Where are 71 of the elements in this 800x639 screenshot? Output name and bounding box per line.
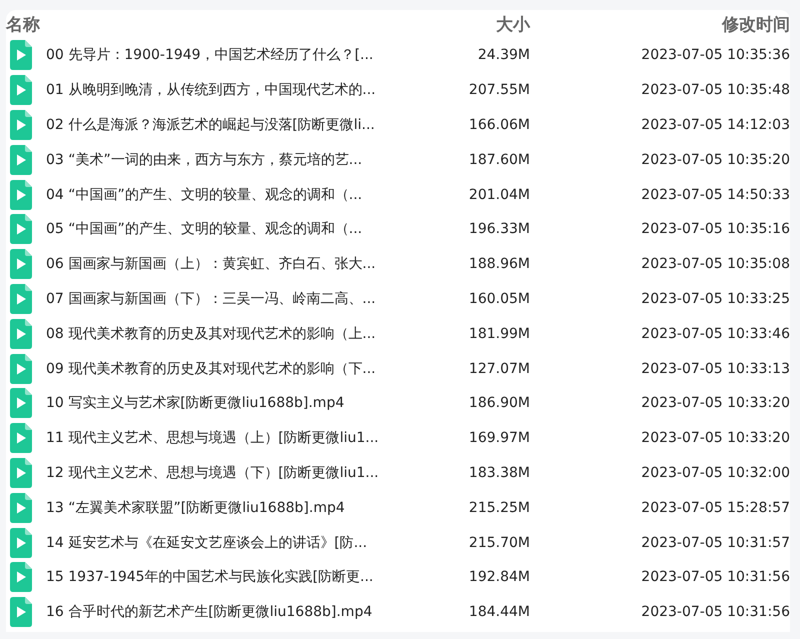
video-file-icon [10, 284, 32, 314]
file-size: 169.97M [468, 430, 530, 446]
file-size: 215.70M [468, 534, 530, 551]
file-name[interactable]: 13 “左翼美术家联盟”[防断更微liu1688b].mp4 [42, 498, 345, 517]
file-name[interactable]: 02 什么是海派？海派艺术的崛起与没落[防断更微li... [42, 116, 375, 134]
file-size: 196.33M [468, 221, 530, 238]
modified-time: 2023-07-05 15:28:57 [641, 500, 790, 516]
file-size: 192.84M [468, 569, 530, 586]
file-size: 215.25M [468, 500, 530, 516]
video-file-icon [10, 75, 32, 106]
video-file-icon [10, 423, 32, 454]
modified-time: 2023-07-05 10:33:20 [641, 430, 790, 446]
file-name[interactable]: 14 延安艺术与《在延安文艺座谈会上的讲话》[防... [42, 534, 368, 552]
modified-time: 2023-07-05 10:33:25 [641, 290, 790, 307]
modified-time: 2023-07-05 10:33:46 [641, 326, 790, 342]
file-name[interactable]: 08 现代美术教育的历史及其对现代艺术的影响（上... [42, 324, 376, 343]
modified-time: 2023-07-05 10:31:56 [641, 604, 790, 620]
file-size: 183.38M [468, 464, 530, 481]
file-size: 186.90M [468, 395, 530, 412]
size-column-header[interactable]: 大小 [496, 12, 530, 36]
video-file-icon [10, 458, 32, 488]
file-name[interactable]: 12 现代主义艺术、思想与境遇（下）[防断更微liu1... [42, 464, 379, 482]
modified-time: 2023-07-05 10:32:00 [641, 464, 790, 481]
modified-time: 2023-07-05 10:33:20 [641, 395, 790, 412]
file-size: 166.06M [468, 116, 530, 133]
file-size: 207.55M [468, 82, 530, 98]
video-file-icon [10, 528, 32, 558]
file-name[interactable]: 15 1937-1945年的中国艺术与民族化实践[防断更... [42, 568, 374, 586]
file-size: 160.05M [468, 290, 530, 307]
modified-time: 2023-07-05 10:35:20 [641, 152, 790, 168]
video-file-icon [10, 388, 32, 418]
file-size: 127.07M [468, 360, 530, 377]
file-name[interactable]: 10 写实主义与艺术家[防断更微liu1688b].mp4 [42, 394, 344, 412]
video-file-icon [10, 492, 32, 523]
video-file-icon [10, 40, 32, 70]
file-name[interactable]: 01 从晚明到晚清，从传统到西方，中国现代艺术的... [42, 81, 376, 100]
file-size: 24.39M [478, 47, 530, 64]
video-file-icon [10, 180, 32, 210]
file-name[interactable]: 00 先导片：1900-1949，中国艺术经历了什么？[... [42, 46, 374, 64]
file-name[interactable]: 04 “中国画”的产生、文明的较量、观念的调和（... [42, 186, 362, 204]
modified-time: 2023-07-05 10:35:36 [641, 47, 790, 64]
file-size: 184.44M [468, 604, 530, 620]
video-file-icon [10, 249, 32, 280]
modified-column-header[interactable]: 修改时间 [722, 12, 790, 36]
file-name[interactable]: 11 现代主义艺术、思想与境遇（上）[防断更微liu1... [42, 429, 379, 448]
modified-time: 2023-07-05 10:33:13 [641, 360, 790, 377]
modified-time: 2023-07-05 10:31:56 [641, 569, 790, 586]
name-column-header[interactable]: 名称 [6, 12, 40, 36]
file-name[interactable]: 06 国画家与新国画（上）：黄宾虹、齐白石、张大... [42, 255, 376, 274]
video-file-icon [10, 214, 32, 244]
video-file-icon [10, 318, 32, 349]
video-file-icon [10, 144, 32, 175]
file-name[interactable]: 09 现代美术教育的历史及其对现代艺术的影响（下... [42, 360, 376, 378]
video-file-icon [10, 354, 32, 384]
file-size: 181.99M [468, 326, 530, 342]
modified-time: 2023-07-05 10:35:08 [641, 256, 790, 272]
file-name[interactable]: 05 “中国画”的产生、文明的较量、观念的调和（... [42, 220, 362, 238]
modified-time: 2023-07-05 10:31:57 [641, 534, 790, 551]
file-size: 188.96M [468, 256, 530, 272]
file-name[interactable]: 07 国画家与新国画（下）：三吴一冯、岭南二高、... [42, 290, 376, 308]
modified-time: 2023-07-05 10:35:48 [641, 82, 790, 98]
file-size: 201.04M [468, 186, 530, 203]
file-name[interactable]: 16 合乎时代的新艺术产生[防断更微liu1688b].mp4 [42, 603, 372, 622]
file-name[interactable]: 03 “美术”一词的由来，西方与东方，蔡元培的艺... [42, 150, 362, 169]
file-size: 187.60M [468, 152, 530, 168]
modified-time: 2023-07-05 10:35:16 [641, 221, 790, 238]
modified-time: 2023-07-05 14:12:03 [641, 116, 790, 133]
modified-time: 2023-07-05 14:50:33 [641, 186, 790, 203]
video-file-icon [10, 110, 32, 140]
video-file-icon [10, 597, 32, 628]
video-file-icon [10, 562, 32, 592]
